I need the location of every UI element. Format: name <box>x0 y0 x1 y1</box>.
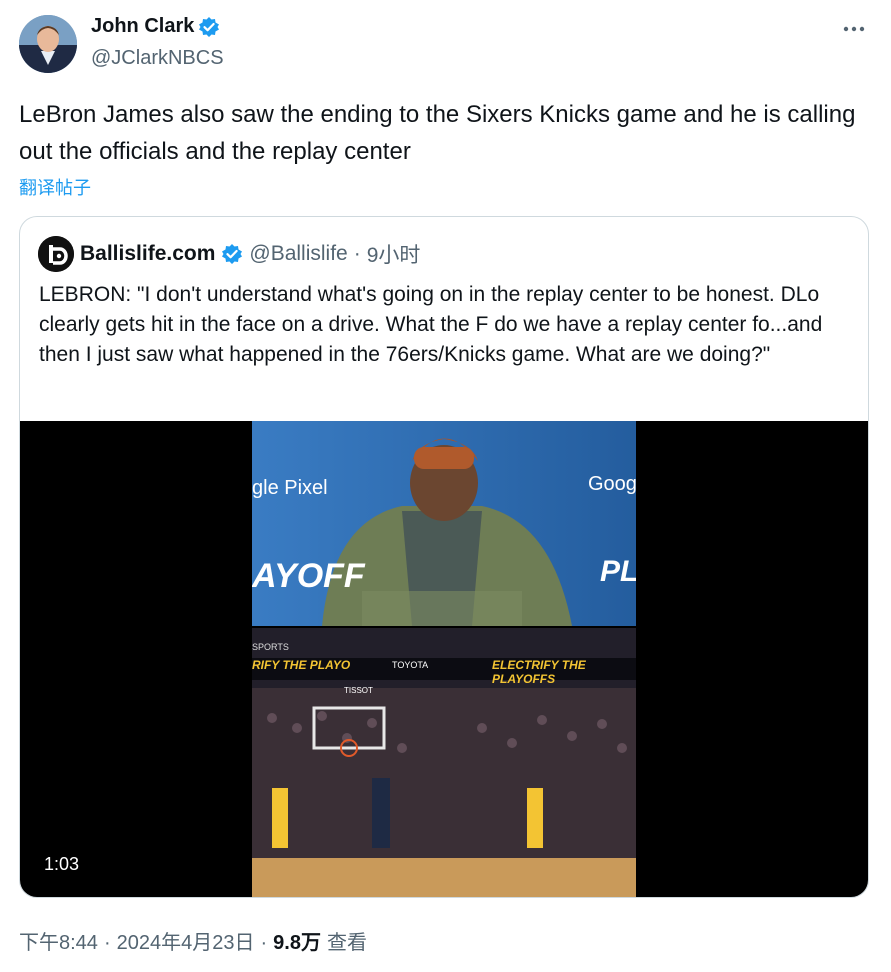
sponsor-text-right: Goog <box>588 473 636 495</box>
video-frame-press-conference: gle Pixel Goog AYOFF PLA <box>252 421 636 626</box>
translate-post-link[interactable]: 翻译帖子 <box>19 174 91 200</box>
footer-dot-1: · <box>103 932 111 954</box>
views-label[interactable]: 查看 <box>327 926 367 955</box>
scoreboard-right-text: ELECTRIFY THE PLAYOFFS <box>492 658 586 686</box>
quoted-text: LEBRON: "I don't understand what's going… <box>39 283 823 366</box>
more-options-icon[interactable] <box>841 16 867 42</box>
video-player[interactable]: gle Pixel Goog AYOFF PLA <box>20 421 868 897</box>
video-duration-badge: 1:03 <box>36 852 88 877</box>
quoted-author-handle[interactable]: @Ballislife <box>249 242 347 266</box>
author-avatar[interactable] <box>19 15 77 73</box>
footer-dot-2: · <box>260 932 268 954</box>
toyota-text: TOYOTA <box>392 660 429 670</box>
quoted-timestamp[interactable]: 9小时 <box>367 239 421 269</box>
author-photo <box>19 15 77 73</box>
quoted-header: Ballislife.com @Ballislife · 9小时 <box>38 236 420 272</box>
views-count[interactable]: 9.8万 <box>273 926 321 955</box>
playoffs-text: AYOFF <box>252 557 365 595</box>
quoted-separator: · <box>353 242 361 265</box>
tweet-text: LeBron James also saw the ending to the … <box>19 101 856 165</box>
ballislife-logo-icon[interactable] <box>38 236 74 272</box>
author-name[interactable]: John Clark <box>91 15 194 38</box>
quoted-author-name[interactable]: Ballislife.com <box>80 242 215 266</box>
video-frame-game: SPORTS RIFY THE PLAYO TOYOTA ELECTRIFY T… <box>252 628 636 897</box>
nba-playoffs-text: PLA <box>600 555 636 588</box>
verified-badge-icon <box>198 16 220 38</box>
sponsor-text-left: gle Pixel <box>252 477 328 499</box>
author-handle[interactable]: @JClarkNBCS <box>91 47 224 70</box>
tissot-text: TISSOT <box>344 686 373 695</box>
post-date[interactable]: 2024年4月23日 <box>117 926 255 955</box>
sports-text: SPORTS <box>252 642 289 652</box>
scoreboard-left-text: RIFY THE PLAYO <box>252 658 351 672</box>
author-name-row: John Clark <box>91 15 220 38</box>
tweet-footer: 下午8:44 · 2024年4月23日 · 9.8万 查看 <box>19 926 367 955</box>
post-time[interactable]: 下午8:44 <box>19 926 98 955</box>
quoted-verified-badge-icon <box>221 243 243 265</box>
quoted-tweet[interactable]: Ballislife.com @Ballislife · 9小时 LEBRON:… <box>19 216 869 898</box>
